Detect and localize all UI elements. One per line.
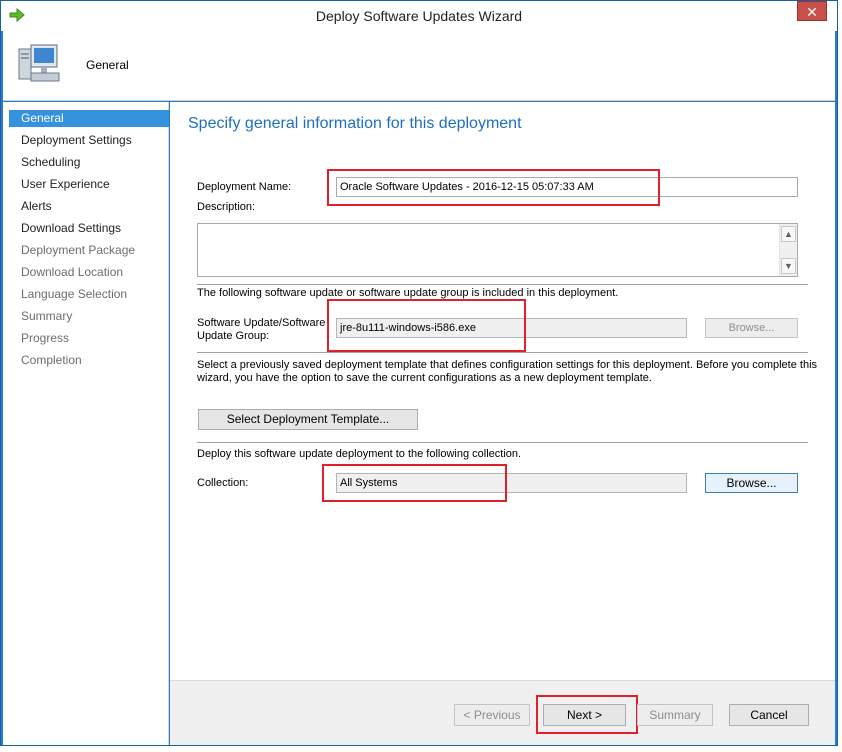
nav-item-progress: Progress <box>21 331 70 345</box>
nav-item-deployment-settings[interactable]: Deployment Settings <box>9 132 169 149</box>
select-deployment-template-button[interactable]: Select Deployment Template... <box>198 409 418 430</box>
close-button[interactable]: ✕ <box>797 1 827 21</box>
scroll-up-icon[interactable]: ▲ <box>781 226 796 242</box>
wizard-header: General <box>3 31 835 101</box>
collection-browse-button[interactable]: Browse... <box>705 473 798 493</box>
description-label: Description: <box>197 201 256 213</box>
page-heading: Specify general information for this dep… <box>188 115 522 132</box>
description-scrollbar[interactable]: ▲ ▼ <box>779 224 797 276</box>
wizard-content: Specify general information for this dep… <box>170 102 835 680</box>
summary-button: Summary <box>637 704 713 726</box>
collection-text: Deploy this software update deployment t… <box>197 448 522 460</box>
update-group-browse-button: Browse... <box>705 318 798 338</box>
nav-item-alerts[interactable]: Alerts <box>9 198 169 215</box>
template-text-line2: wizard, you have the option to save the … <box>197 372 652 384</box>
nav-item-completion: Completion <box>21 353 82 367</box>
computer-icon <box>18 44 60 82</box>
next-button[interactable]: Next > <box>543 704 626 726</box>
nav-item-general[interactable]: General <box>9 110 169 127</box>
header-page-name: General <box>86 58 129 72</box>
nav-item-user-experience[interactable]: User Experience <box>9 176 169 193</box>
separator <box>197 284 808 285</box>
title-bar[interactable]: Deploy Software Updates Wizard ✕ <box>1 1 837 31</box>
collection-label: Collection: <box>197 477 249 489</box>
nav-item-summary: Summary <box>21 309 73 323</box>
update-group-label-line1: Software Update/Software <box>197 317 326 329</box>
separator <box>197 352 808 353</box>
nav-item-scheduling[interactable]: Scheduling <box>9 154 169 171</box>
nav-item-language-selection: Language Selection <box>21 287 128 301</box>
deployment-name-input[interactable]: Oracle Software Updates - 2016-12-15 05:… <box>336 177 798 197</box>
wizard-footer: < Previous Next > Summary Cancel <box>170 680 835 745</box>
deployment-name-label: Deployment Name: <box>197 181 292 193</box>
wizard-window: Deploy Software Updates Wizard ✕ General… <box>0 0 838 746</box>
separator <box>197 442 808 443</box>
window-title: Deploy Software Updates Wizard <box>315 8 523 24</box>
template-text-line1: Select a previously saved deployment tem… <box>197 359 818 371</box>
nav-item-deployment-package: Deployment Package <box>21 243 136 257</box>
nav-item-download-location: Download Location <box>21 265 124 279</box>
included-text: The following software update or softwar… <box>197 287 619 299</box>
collection-field: All Systems <box>336 473 687 493</box>
wizard-nav: General Deployment Settings Scheduling U… <box>3 102 169 745</box>
update-group-field: jre-8u111-windows-i586.exe <box>336 318 687 338</box>
previous-button: < Previous <box>454 704 530 726</box>
nav-item-download-settings[interactable]: Download Settings <box>9 220 169 237</box>
cancel-button[interactable]: Cancel <box>729 704 809 726</box>
update-group-label-line2: Update Group: <box>197 330 270 342</box>
scroll-down-icon[interactable]: ▼ <box>781 258 796 274</box>
description-input[interactable] <box>197 223 798 277</box>
